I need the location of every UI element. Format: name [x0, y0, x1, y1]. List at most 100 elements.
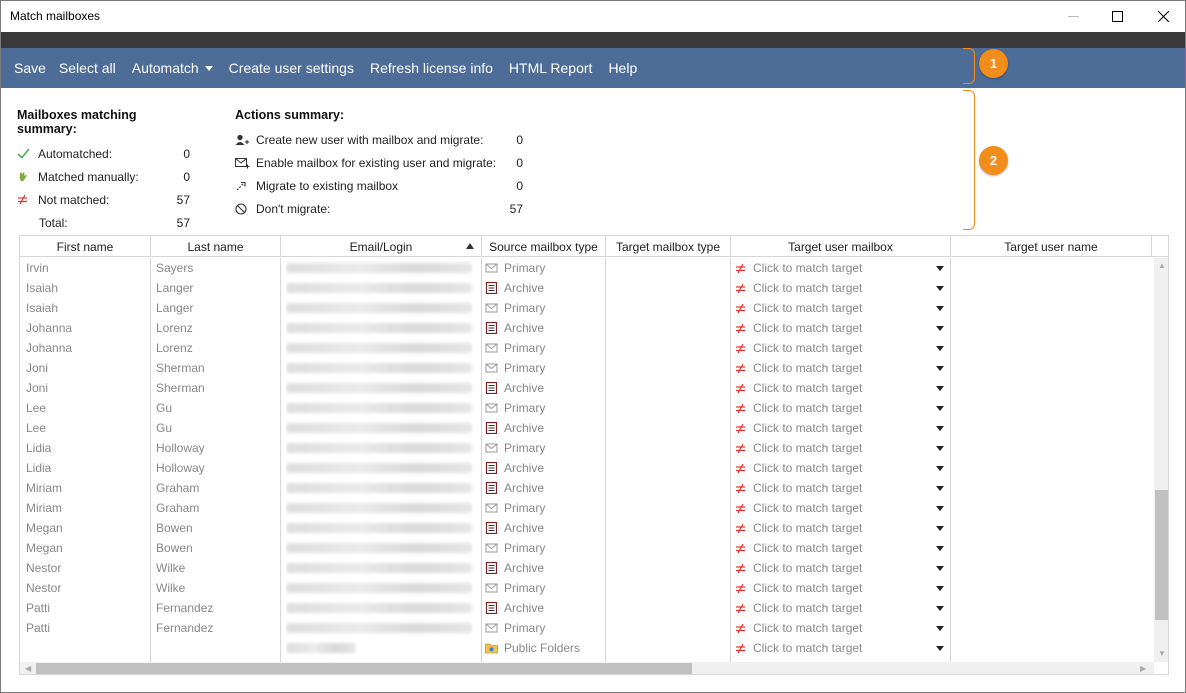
chevron-down-icon[interactable]	[936, 566, 944, 571]
target-mailbox-dropdown[interactable]: Click to match target	[735, 318, 947, 338]
target-mailbox-dropdown[interactable]: Click to match target	[735, 418, 947, 438]
refresh-license-button[interactable]: Refresh license info	[370, 60, 493, 76]
summary-label: Total:	[39, 215, 68, 230]
chevron-down-icon[interactable]	[936, 346, 944, 351]
html-report-button[interactable]: HTML Report	[509, 60, 593, 76]
chevron-down-icon[interactable]	[936, 626, 944, 631]
select-all-button[interactable]: Select all	[59, 60, 116, 76]
horizontal-scrollbar[interactable]: ◀ ▶	[20, 662, 1154, 674]
chevron-down-icon[interactable]	[936, 286, 944, 291]
table-row[interactable]: Lee Gu Archive Click to match target	[20, 418, 1150, 438]
chevron-down-icon[interactable]	[936, 586, 944, 591]
chevron-down-icon[interactable]	[936, 306, 944, 311]
redacted-email	[286, 463, 472, 473]
chevron-down-icon[interactable]	[936, 446, 944, 451]
column-header-target-type[interactable]: Target mailbox type	[606, 236, 731, 257]
target-mailbox-dropdown[interactable]: Click to match target	[735, 538, 947, 558]
chevron-down-icon[interactable]	[936, 426, 944, 431]
column-header-last-name[interactable]: Last name	[151, 236, 281, 257]
target-mailbox-dropdown[interactable]: Click to match target	[735, 498, 947, 518]
table-row[interactable]: Nestor Wilke Primary Click to match target	[20, 578, 1150, 598]
table-row[interactable]: Lidia Holloway Archive Click to match targe…	[20, 458, 1150, 478]
chevron-down-icon[interactable]	[936, 506, 944, 511]
target-mailbox-dropdown[interactable]: Click to match target	[735, 598, 947, 618]
target-mailbox-dropdown[interactable]: Click to match target	[735, 578, 947, 598]
column-header-source-type[interactable]: Source mailbox type	[482, 236, 606, 257]
chevron-down-icon[interactable]	[936, 546, 944, 551]
table-row[interactable]: Johanna Lorenz Primary Click to match targe…	[20, 338, 1150, 358]
chevron-down-icon[interactable]	[936, 386, 944, 391]
cell-last-name: Gu	[156, 421, 173, 435]
automatch-dropdown[interactable]: Automatch	[132, 60, 213, 76]
table-row[interactable]: Isaiah Langer Primary Click to match target	[20, 298, 1150, 318]
redacted-email	[286, 623, 472, 633]
source-type-label: Primary	[504, 361, 546, 375]
table-row[interactable]: Joni Sherman Primary Click to match target	[20, 358, 1150, 378]
horizontal-scroll-thumb[interactable]	[36, 663, 692, 674]
maximize-button[interactable]	[1094, 1, 1140, 32]
chevron-down-icon[interactable]	[936, 326, 944, 331]
table-row[interactable]: Miriam Graham Archive Click to match target	[20, 478, 1150, 498]
column-header-target-user-name[interactable]: Target user name	[951, 236, 1152, 257]
target-placeholder: Click to match target	[753, 321, 863, 335]
target-mailbox-dropdown[interactable]: Click to match target	[735, 638, 947, 658]
target-mailbox-dropdown[interactable]: Click to match target	[735, 558, 947, 578]
table-row[interactable]: Megan Bowen Archive Click to match target	[20, 518, 1150, 538]
target-mailbox-dropdown[interactable]: Click to match target	[735, 278, 947, 298]
chevron-down-icon[interactable]	[936, 266, 944, 271]
table-row[interactable]: Isaiah Langer Archive Click to match target	[20, 278, 1150, 298]
target-mailbox-dropdown[interactable]: Click to match target	[735, 458, 947, 478]
chevron-down-icon[interactable]	[936, 646, 944, 651]
target-mailbox-dropdown[interactable]: Click to match target	[735, 298, 947, 318]
chevron-down-icon[interactable]	[936, 486, 944, 491]
table-row[interactable]: Nestor Wilke Archive Click to match target	[20, 558, 1150, 578]
redacted-email	[286, 523, 472, 533]
redacted-email	[286, 503, 472, 513]
table-row[interactable]: Lee Gu Primary Click to match target	[20, 398, 1150, 418]
table-row[interactable]: Patti Fernandez Primary Click to match targ…	[20, 618, 1150, 638]
target-mailbox-dropdown[interactable]: Click to match target	[735, 438, 947, 458]
scroll-left-icon[interactable]: ◀	[25, 664, 31, 673]
chevron-down-icon[interactable]	[936, 526, 944, 531]
chevron-down-icon[interactable]	[936, 366, 944, 371]
target-mailbox-dropdown[interactable]: Click to match target	[735, 518, 947, 538]
save-button[interactable]: Save	[14, 60, 46, 76]
target-mailbox-dropdown[interactable]: Click to match target	[735, 398, 947, 418]
column-header-email[interactable]: Email/Login	[281, 236, 482, 257]
target-mailbox-dropdown[interactable]: Click to match target	[735, 358, 947, 378]
column-header-target-mailbox[interactable]: Target user mailbox	[731, 236, 951, 257]
scroll-down-icon[interactable]: ▼	[1158, 649, 1166, 658]
close-button[interactable]	[1140, 1, 1186, 32]
target-mailbox-dropdown[interactable]: Click to match target	[735, 378, 947, 398]
minimize-button[interactable]	[1050, 1, 1096, 32]
table-row[interactable]: Megan Bowen Primary Click to match target	[20, 538, 1150, 558]
chevron-down-icon[interactable]	[936, 466, 944, 471]
chevron-down-icon[interactable]	[936, 406, 944, 411]
cell-last-name: Langer	[156, 301, 194, 315]
target-mailbox-dropdown[interactable]: Click to match target	[735, 478, 947, 498]
target-mailbox-dropdown[interactable]: Click to match target	[735, 338, 947, 358]
help-button[interactable]: Help	[608, 60, 637, 76]
chevron-down-icon[interactable]	[936, 606, 944, 611]
table-row[interactable]: Patti Fernandez Archive Click to match targ…	[20, 598, 1150, 618]
table-row[interactable]: Irvin Sayers Primary Click to match target	[20, 258, 1150, 278]
column-header-first-name[interactable]: First name	[20, 236, 151, 257]
cell-first-name: Joni	[26, 381, 49, 395]
scroll-up-icon[interactable]: ▲	[1158, 261, 1166, 270]
source-type-label: Primary	[504, 621, 546, 635]
create-user-settings-button[interactable]: Create user settings	[229, 60, 354, 76]
scroll-right-icon[interactable]: ▶	[1140, 664, 1146, 673]
table-row[interactable]: Miriam Graham Primary Click to match target	[20, 498, 1150, 518]
table-row[interactable]: Joni Sherman Archive Click to match target	[20, 378, 1150, 398]
table-row[interactable]: Johanna Lorenz Archive Click to match targe…	[20, 318, 1150, 338]
cell-source-type: Archive	[485, 278, 603, 298]
envelope-icon	[485, 363, 498, 373]
table-row[interactable]: Lidia Holloway Primary Click to match targe…	[20, 438, 1150, 458]
target-mailbox-dropdown[interactable]: Click to match target	[735, 258, 947, 278]
target-placeholder: Click to match target	[753, 341, 863, 355]
vertical-scroll-thumb[interactable]	[1155, 490, 1168, 620]
target-placeholder: Click to match target	[753, 461, 863, 475]
table-row[interactable]: Public Folders Click to match target	[20, 638, 1150, 658]
target-mailbox-dropdown[interactable]: Click to match target	[735, 618, 947, 638]
vertical-scrollbar[interactable]: ▲ ▼	[1154, 258, 1168, 662]
